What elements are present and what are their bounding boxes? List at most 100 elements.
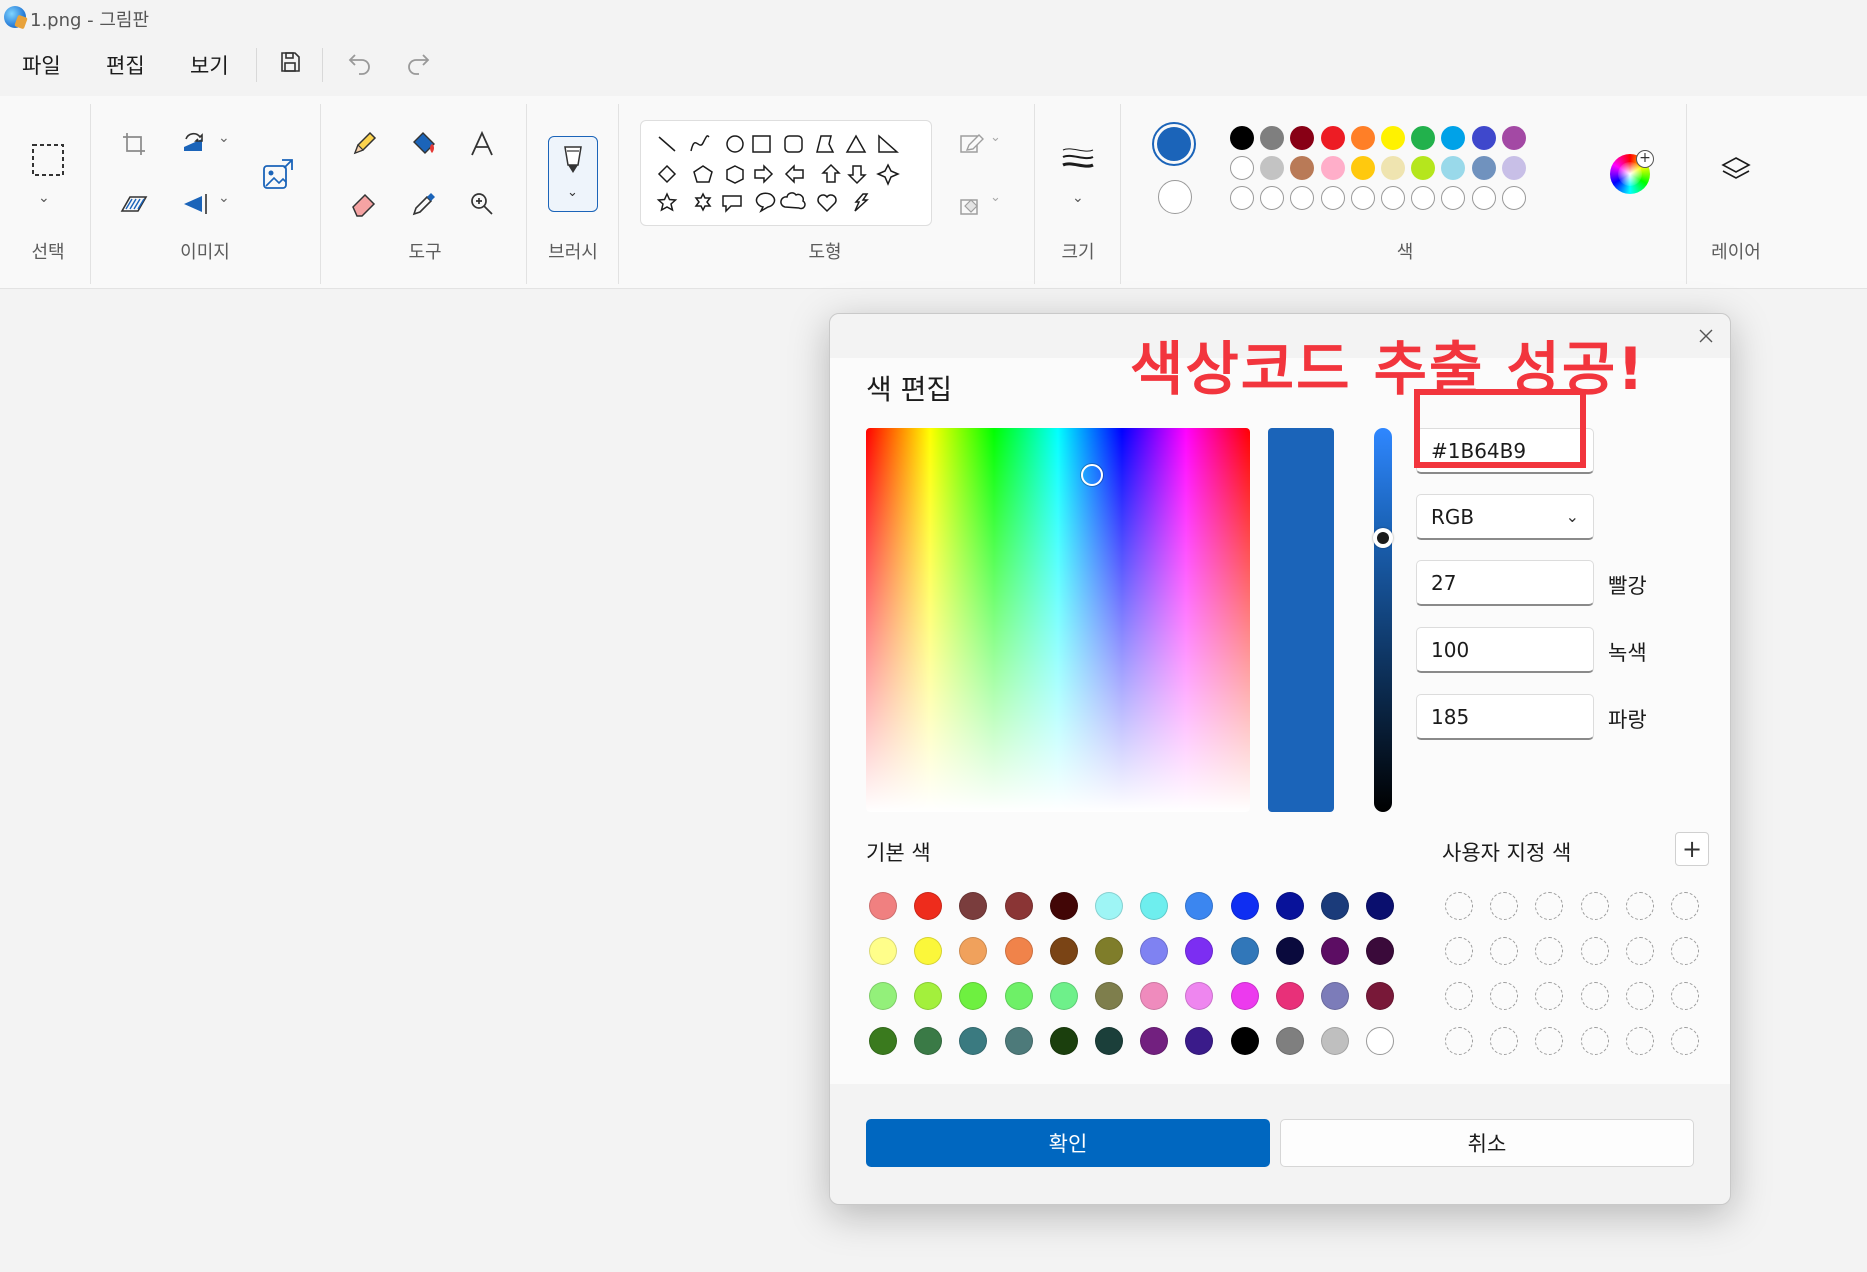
basic-color-swatch[interactable] [1275, 892, 1304, 920]
resize-skew-icon[interactable] [112, 182, 156, 226]
basic-color-swatch[interactable] [1004, 982, 1033, 1010]
custom-color-slot[interactable] [1580, 1027, 1609, 1055]
palette-swatch[interactable] [1230, 156, 1254, 180]
custom-color-slot[interactable] [1625, 892, 1654, 920]
magnifier-icon[interactable] [460, 182, 504, 226]
basic-color-swatch[interactable] [1366, 937, 1395, 965]
basic-color-swatch[interactable] [959, 937, 988, 965]
eraser-icon[interactable] [342, 182, 386, 226]
cancel-button[interactable]: 취소 [1280, 1119, 1694, 1167]
custom-color-slot[interactable] [1671, 892, 1699, 920]
add-custom-color-button[interactable]: + [1675, 832, 1709, 866]
palette-swatch[interactable] [1441, 156, 1466, 180]
basic-color-swatch[interactable] [1140, 937, 1169, 965]
brush-button[interactable]: ⌄ [548, 136, 598, 212]
basic-color-swatch[interactable] [1366, 1027, 1395, 1055]
close-icon[interactable] [1692, 322, 1720, 350]
rotate-icon[interactable] [172, 122, 216, 166]
spectrum-selector[interactable] [1081, 464, 1103, 486]
palette-swatch[interactable] [1441, 126, 1466, 150]
basic-color-swatch[interactable] [959, 892, 988, 920]
chevron-down-icon[interactable]: ⌄ [990, 130, 1001, 145]
basic-color-swatch[interactable] [1321, 1027, 1349, 1055]
empty-palette-slot[interactable] [1230, 186, 1254, 210]
custom-color-slot[interactable] [1535, 1027, 1564, 1055]
basic-color-swatch[interactable] [1095, 1027, 1123, 1055]
fill-bucket-icon[interactable] [402, 122, 446, 166]
custom-color-slot[interactable] [1490, 1027, 1519, 1055]
palette-swatch[interactable] [1260, 156, 1285, 180]
basic-color-swatch[interactable] [914, 892, 943, 920]
custom-color-slot[interactable] [1445, 937, 1473, 965]
basic-color-swatch[interactable] [1049, 982, 1078, 1010]
basic-color-swatch[interactable] [1366, 982, 1395, 1010]
basic-color-swatch[interactable] [1004, 1027, 1033, 1055]
flip-icon[interactable] [172, 182, 216, 226]
custom-color-slot[interactable] [1580, 892, 1609, 920]
empty-palette-slot[interactable] [1471, 186, 1496, 210]
basic-color-swatch[interactable] [1185, 1027, 1214, 1055]
empty-palette-slot[interactable] [1441, 186, 1466, 210]
basic-color-swatch[interactable] [1185, 982, 1214, 1010]
basic-color-swatch[interactable] [1140, 892, 1169, 920]
empty-palette-slot[interactable] [1290, 186, 1315, 210]
redo-icon[interactable] [398, 42, 438, 82]
empty-palette-slot[interactable] [1501, 186, 1526, 210]
basic-color-swatch[interactable] [1049, 1027, 1078, 1055]
palette-swatch[interactable] [1471, 156, 1496, 180]
ok-button[interactable]: 확인 [866, 1119, 1270, 1167]
custom-color-slot[interactable] [1535, 937, 1564, 965]
custom-color-slot[interactable] [1490, 892, 1519, 920]
palette-swatch[interactable] [1320, 126, 1345, 150]
basic-color-swatch[interactable] [1095, 982, 1123, 1010]
basic-color-swatch[interactable] [1004, 937, 1033, 965]
brightness-slider[interactable] [1373, 428, 1393, 812]
menu-file[interactable]: 파일 [22, 50, 61, 80]
basic-color-swatch[interactable] [1049, 892, 1078, 920]
basic-color-swatch[interactable] [869, 892, 897, 920]
basic-color-swatch[interactable] [1321, 937, 1349, 965]
custom-color-slot[interactable] [1445, 1027, 1473, 1055]
custom-color-slot[interactable] [1580, 937, 1609, 965]
palette-swatch[interactable] [1290, 156, 1315, 180]
green-input[interactable]: 100 [1416, 627, 1594, 673]
basic-color-swatch[interactable] [1230, 982, 1259, 1010]
chevron-down-icon[interactable]: ⌄ [1072, 190, 1084, 206]
palette-swatch[interactable] [1471, 126, 1496, 150]
basic-color-swatch[interactable] [914, 1027, 943, 1055]
shape-fill-icon[interactable] [950, 182, 994, 226]
basic-color-swatch[interactable] [959, 1027, 988, 1055]
secondary-color-swatch[interactable] [1158, 180, 1192, 214]
empty-palette-slot[interactable] [1411, 186, 1436, 210]
basic-color-swatch[interactable] [1185, 937, 1214, 965]
basic-color-swatch[interactable] [869, 1027, 897, 1055]
pencil-icon[interactable] [342, 122, 386, 166]
palette-swatch[interactable] [1290, 126, 1315, 150]
menu-view[interactable]: 보기 [190, 50, 229, 80]
basic-color-swatch[interactable] [1230, 1027, 1259, 1055]
chevron-down-icon[interactable]: ⌄ [218, 190, 230, 206]
basic-color-swatch[interactable] [1230, 892, 1259, 920]
custom-color-slot[interactable] [1445, 982, 1473, 1010]
basic-color-swatch[interactable] [869, 937, 897, 965]
color-spectrum[interactable] [866, 428, 1250, 812]
shape-outline-icon[interactable] [950, 122, 994, 166]
palette-swatch[interactable] [1501, 156, 1526, 180]
basic-color-swatch[interactable] [1004, 892, 1033, 920]
palette-swatch[interactable] [1411, 156, 1436, 180]
empty-palette-slot[interactable] [1381, 186, 1405, 210]
brightness-slider-thumb[interactable] [1373, 528, 1393, 548]
basic-color-swatch[interactable] [1095, 892, 1123, 920]
basic-color-swatch[interactable] [914, 982, 943, 1010]
custom-color-slot[interactable] [1625, 937, 1654, 965]
palette-swatch[interactable] [1350, 156, 1375, 180]
primary-color-swatch[interactable] [1152, 122, 1196, 166]
chevron-down-icon[interactable]: ⌄ [990, 190, 1001, 205]
custom-color-slot[interactable] [1490, 982, 1519, 1010]
custom-color-slot[interactable] [1490, 937, 1519, 965]
basic-color-swatch[interactable] [1275, 982, 1304, 1010]
save-icon[interactable] [270, 42, 310, 82]
basic-color-swatch[interactable] [869, 982, 897, 1010]
selection-tool-icon[interactable] [26, 138, 70, 182]
custom-color-slot[interactable] [1671, 1027, 1699, 1055]
